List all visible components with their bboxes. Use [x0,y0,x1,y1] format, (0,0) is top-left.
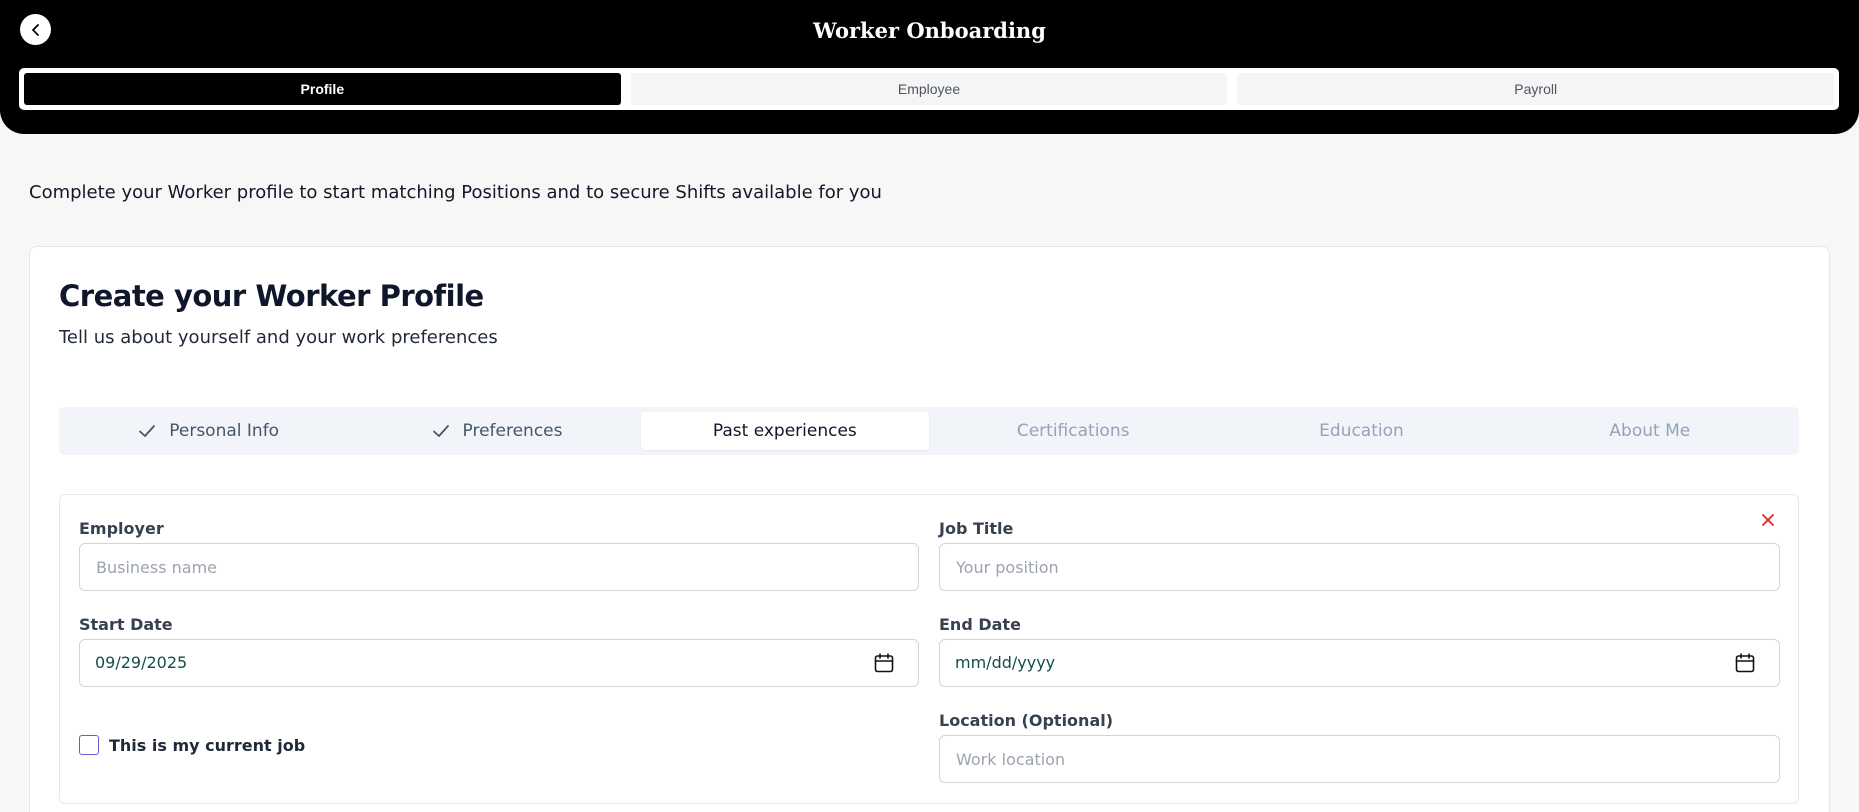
close-icon [1762,514,1774,526]
app-header: Worker Onboarding Profile Employee Payro… [0,0,1859,134]
step-about-me[interactable]: About Me [1506,412,1794,450]
step-label: Personal Info [169,421,280,441]
step-label: About Me [1609,421,1691,441]
employer-label: Employer [79,519,164,538]
end-date-label: End Date [939,615,1021,634]
step-certifications[interactable]: Certifications [929,412,1217,450]
step-label: Preferences [462,421,563,441]
intro-text: Complete your Worker profile to start ma… [29,182,882,203]
calendar-icon[interactable] [873,652,895,674]
current-job-label[interactable]: This is my current job [109,736,305,755]
profile-steps: Personal Info Preferences Past experienc… [59,407,1799,455]
step-label: Education [1319,421,1404,441]
end-date-value: mm/dd/yyyy [955,653,1056,672]
start-date-label: Start Date [79,615,173,634]
page-title: Worker Onboarding [813,18,1046,43]
employer-input[interactable] [79,543,919,591]
end-date-input[interactable] [939,639,1780,687]
tab-payroll[interactable]: Payroll [1237,73,1835,105]
onboarding-tabs: Profile Employee Payroll [19,68,1839,110]
step-personal-info[interactable]: Personal Info [64,412,352,450]
card-title: Create your Worker Profile [59,279,484,313]
experience-entry: Employer Job Title Start Date 09/29/2025… [59,494,1799,804]
start-date-field[interactable]: 09/29/2025 [79,639,919,687]
location-label: Location (Optional) [939,711,1114,730]
current-job-checkbox[interactable] [79,735,99,755]
step-label: Past experiences [712,421,857,441]
check-icon [137,421,157,441]
step-preferences[interactable]: Preferences [352,412,640,450]
remove-experience-button[interactable] [1758,510,1778,530]
check-icon [431,421,451,441]
tab-employee[interactable]: Employee [630,73,1228,105]
start-date-value: 09/29/2025 [95,653,188,672]
tab-profile[interactable]: Profile [24,73,621,105]
step-past-experiences[interactable]: Past experiences [640,412,929,450]
step-label: Certifications [1016,421,1130,441]
job-title-label: Job Title [939,519,1014,538]
end-date-field[interactable]: mm/dd/yyyy [939,639,1780,687]
card-subtitle: Tell us about yourself and your work pre… [59,327,498,348]
step-education[interactable]: Education [1217,412,1505,450]
job-title-input[interactable] [939,543,1780,591]
location-input[interactable] [939,735,1780,783]
calendar-icon[interactable] [1734,652,1756,674]
current-job-row: This is my current job [79,735,305,755]
profile-card: Create your Worker Profile Tell us about… [29,246,1830,812]
start-date-input[interactable] [79,639,919,687]
